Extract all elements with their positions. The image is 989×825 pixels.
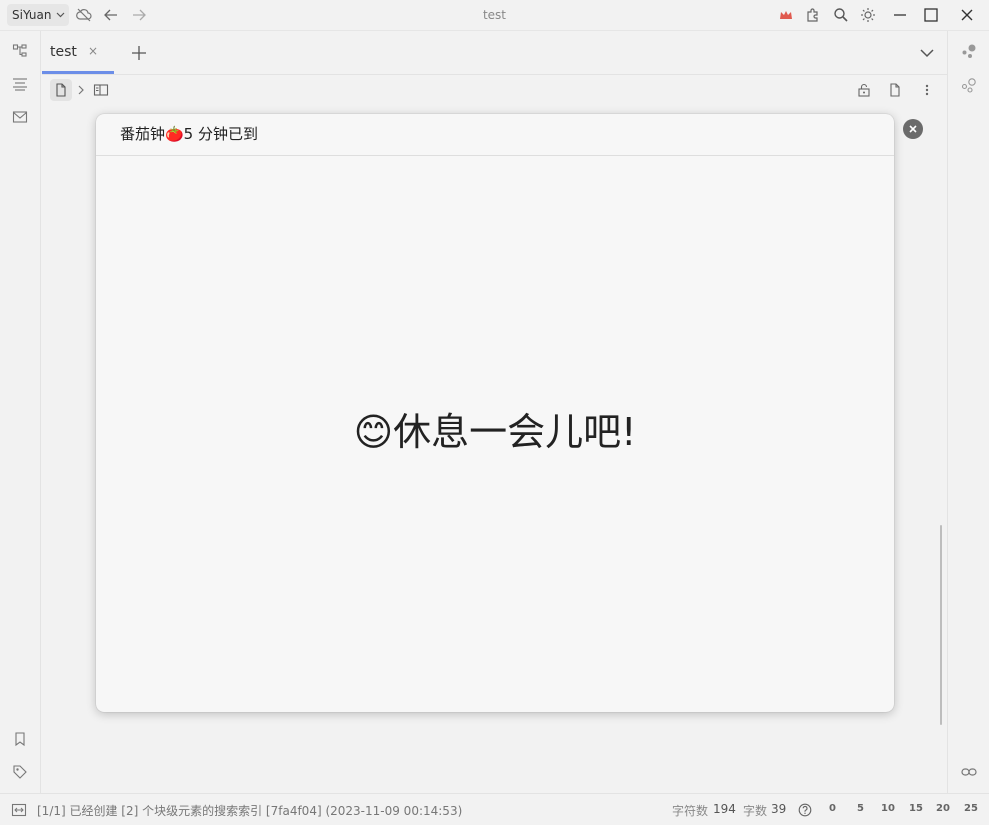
bookmark-icon[interactable] — [9, 728, 31, 750]
titlebar: test SiYuan — [0, 0, 989, 31]
zoom-mark: 15 — [909, 803, 923, 814]
workspace-button[interactable]: SiYuan — [7, 4, 70, 26]
zoom-mark: 10 — [881, 803, 895, 814]
global-graph-icon[interactable] — [958, 74, 980, 96]
outline-icon[interactable] — [9, 73, 31, 95]
plugin-icon[interactable] — [802, 4, 824, 26]
dialog-title: 番茄钟🍅5 分钟已到 — [96, 114, 894, 156]
backlink-icon[interactable] — [958, 761, 980, 783]
zoom-mark: 5 — [857, 803, 864, 814]
word-count-label: 字数 — [743, 804, 768, 818]
dialog-close-icon[interactable] — [903, 119, 923, 139]
chevron-down-icon[interactable] — [916, 42, 938, 64]
plus-icon[interactable] — [128, 42, 150, 64]
search-icon[interactable] — [830, 4, 852, 26]
status-message: [1/1] 已经创建 [2] 个块级元素的搜索索引 [7fa4f04] (202… — [37, 804, 463, 818]
help-icon[interactable] — [794, 799, 816, 821]
minimize-icon[interactable] — [889, 4, 911, 26]
tab-test[interactable]: test × — [42, 31, 114, 74]
dock-toggle-icon[interactable] — [8, 799, 30, 821]
zoom-mark: 0 — [829, 803, 836, 814]
chevron-right-icon — [71, 79, 91, 101]
left-dock — [0, 31, 41, 793]
theme-icon[interactable] — [857, 4, 879, 26]
right-dock — [947, 31, 989, 793]
dialog-message: 😊休息一会儿吧! — [353, 410, 637, 454]
tab-close-button[interactable]: × — [88, 44, 98, 58]
char-count-value: 194 — [713, 802, 736, 816]
back-icon[interactable] — [100, 4, 122, 26]
maximize-icon[interactable] — [920, 4, 942, 26]
close-icon[interactable] — [956, 4, 978, 26]
tag-icon[interactable] — [9, 761, 31, 783]
cloud-off-icon[interactable] — [73, 4, 95, 26]
more-icon[interactable] — [916, 79, 938, 101]
inbox-icon[interactable] — [9, 106, 31, 128]
char-count-label: 字符数 — [672, 804, 709, 818]
doc-icon[interactable] — [50, 79, 72, 101]
tab-label: test — [50, 44, 77, 60]
dialog-body: 😊休息一会儿吧! — [96, 157, 894, 712]
workspace-label: SiYuan — [12, 8, 52, 22]
forward-icon[interactable] — [128, 4, 150, 26]
zoom-mark: 20 — [936, 803, 950, 814]
status-bar: [1/1] 已经创建 [2] 个块级元素的搜索索引 [7fa4f04] (202… — [0, 793, 989, 825]
zoom-mark: 25 — [964, 803, 978, 814]
graph-icon[interactable] — [958, 40, 980, 62]
breadcrumb — [42, 76, 947, 104]
tab-bar: test × — [42, 31, 947, 75]
readonly-icon[interactable] — [853, 79, 875, 101]
file-tree-icon[interactable] — [9, 40, 31, 62]
editor-scrollbar[interactable] — [940, 525, 942, 725]
word-count-value: 39 — [771, 802, 787, 816]
pomodoro-dialog: 番茄钟🍅5 分钟已到 😊休息一会儿吧! — [96, 114, 894, 712]
crown-icon[interactable] — [775, 4, 797, 26]
layout-icon[interactable] — [90, 79, 112, 101]
doc-icon[interactable] — [884, 79, 906, 101]
